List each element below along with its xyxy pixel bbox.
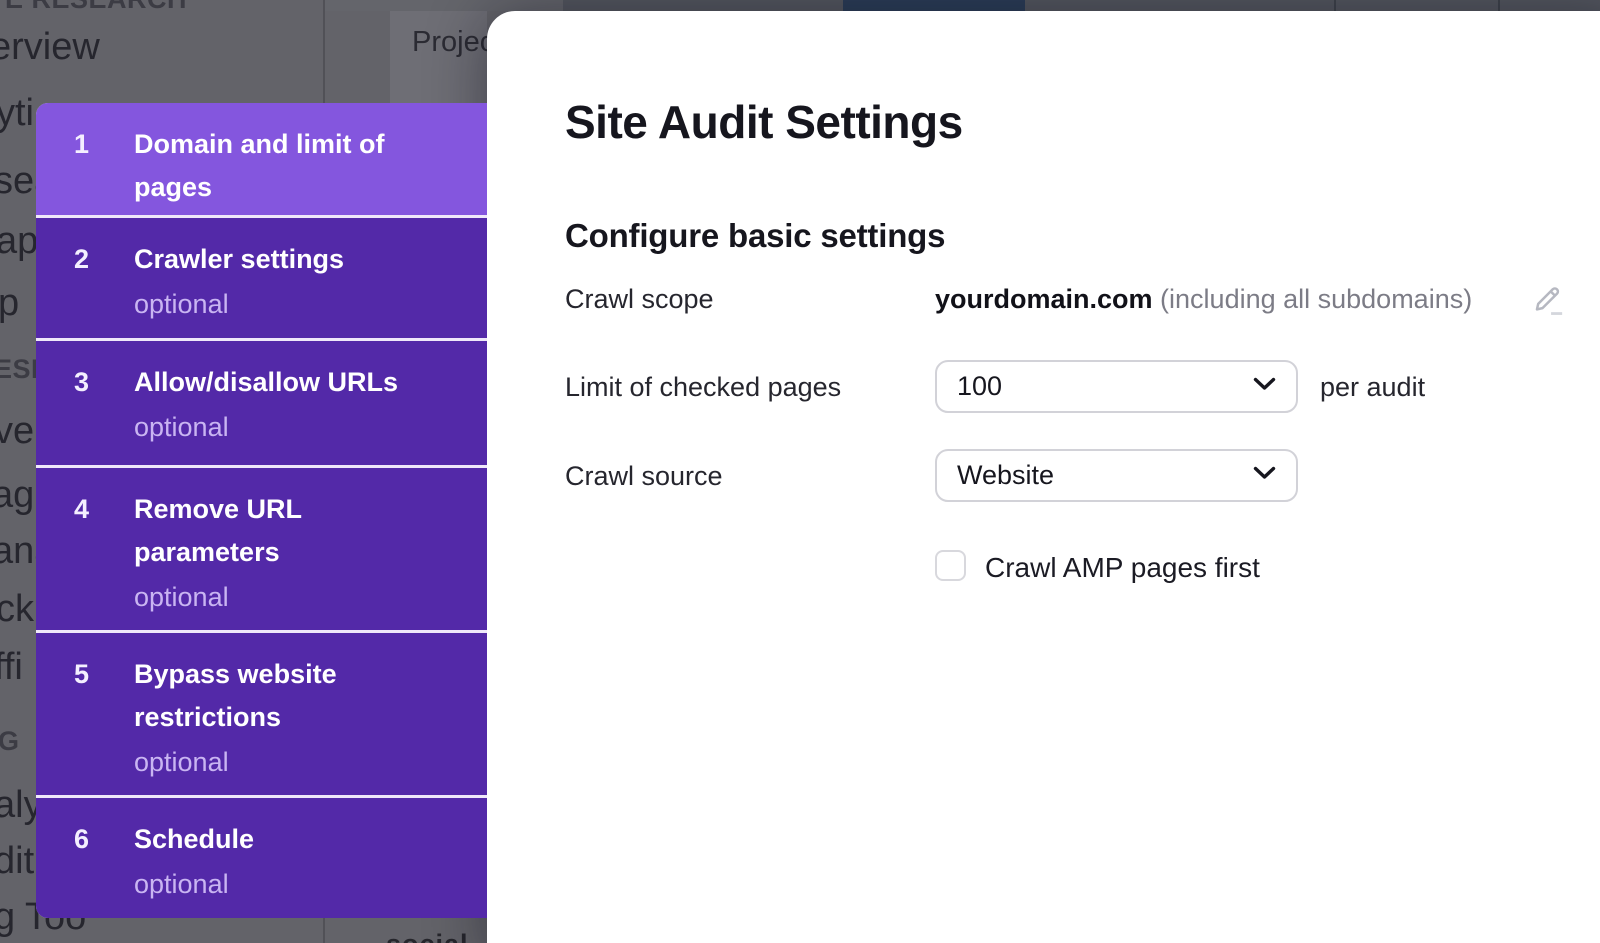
background-nav-fragment: p [0, 282, 19, 325]
step-optional-label: optional [134, 577, 477, 617]
section-heading: Configure basic settings [565, 217, 945, 255]
crawl-amp-label: Crawl AMP pages first [985, 552, 1260, 584]
step-title: Allow/disallow URLs [134, 361, 477, 404]
step-number: 6 [74, 818, 134, 918]
site-audit-settings-modal: Site Audit Settings Configure basic sett… [487, 11, 1600, 943]
modal-title: Site Audit Settings [565, 95, 963, 149]
crawl-scope-label: Crawl scope [565, 284, 714, 315]
limit-of-checked-pages-select[interactable]: 100 [935, 360, 1298, 413]
step-title: Domain and limit of pages [134, 123, 477, 209]
background-nav-fragment: E RESEARCH [5, 0, 187, 15]
wizard-steps-sidebar: 1Domain and limit of pages2Crawler setti… [36, 103, 487, 918]
step-title: Crawler settings [134, 238, 477, 281]
step-optional-label: optional [134, 864, 477, 904]
background-nav-fragment: ck [0, 588, 34, 631]
wizard-step-5[interactable]: 5Bypass website restrictionsoptional [36, 633, 487, 795]
limit-of-checked-pages-label: Limit of checked pages [565, 372, 841, 403]
wizard-step-6[interactable]: 6Scheduleoptional [36, 798, 487, 918]
step-title: Bypass website restrictions [134, 653, 477, 739]
background-nav-fragment: yti [0, 92, 34, 135]
step-optional-label: optional [134, 742, 477, 782]
crawl-scope-domain: yourdomain.com [935, 284, 1153, 314]
per-audit-suffix: per audit [1320, 372, 1425, 403]
background-top-bar-active-segment [843, 0, 1025, 11]
chevron-down-icon [1253, 377, 1276, 396]
step-title: Remove URL parameters [134, 488, 477, 574]
step-number: 4 [74, 488, 134, 630]
step-number: 1 [74, 123, 134, 215]
crawl-source-label: Crawl source [565, 461, 723, 492]
limit-select-value: 100 [957, 371, 1002, 402]
background-nav-fragment: ap [0, 220, 38, 263]
step-number: 3 [74, 361, 134, 465]
background-nav-fragment: ffi [0, 646, 23, 689]
background-nav-fragment: erview [0, 26, 100, 69]
background-top-bar-separator [1334, 0, 1336, 11]
background-nav-fragment: G [0, 726, 20, 757]
edit-pencil-icon[interactable] [1532, 281, 1566, 317]
crawl-amp-checkbox[interactable] [935, 550, 966, 581]
background-top-bar-light-segment [323, 0, 563, 11]
crawl-scope-note: (including all subdomains) [1160, 284, 1472, 314]
background-nav-fragment: dit [0, 840, 34, 883]
wizard-step-1[interactable]: 1Domain and limit of pages [36, 103, 487, 215]
step-number: 2 [74, 238, 134, 338]
crawl-source-value: Website [957, 460, 1054, 491]
step-optional-label: optional [134, 407, 477, 447]
step-optional-label: optional [134, 284, 477, 324]
background-top-bar-separator [1498, 0, 1500, 11]
chevron-down-icon [1253, 466, 1276, 485]
wizard-step-2[interactable]: 2Crawler settingsoptional [36, 218, 487, 338]
wizard-step-4[interactable]: 4Remove URL parametersoptional [36, 468, 487, 630]
crawl-scope-value: yourdomain.com (including all subdomains… [935, 284, 1472, 315]
screen: E RESEARCHerviewytiseaappESEveragianackf… [0, 0, 1600, 943]
step-title: Schedule [134, 818, 477, 861]
background-projects-label: Projec [412, 26, 494, 59]
step-number: 5 [74, 653, 134, 795]
crawl-source-select[interactable]: Website [935, 449, 1298, 502]
background-text-fragment: social [386, 931, 486, 943]
wizard-step-3[interactable]: 3Allow/disallow URLsoptional [36, 341, 487, 465]
